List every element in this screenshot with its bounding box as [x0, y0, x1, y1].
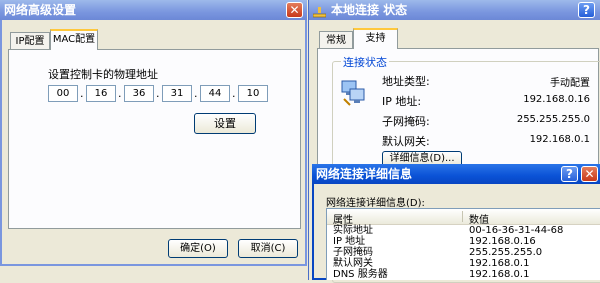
group-title: 连接状态 [341, 54, 389, 70]
address-type-value: 手动配置 [550, 78, 590, 89]
mac-separator: . [156, 87, 160, 100]
ip-address-value: 192.168.0.16 [523, 94, 590, 105]
advanced-dialog-title: 网络高级设置 [4, 3, 77, 17]
default-gateway-label: 默认网关: [382, 135, 430, 148]
mac-separator: . [80, 87, 84, 100]
close-button[interactable]: ✕ [286, 2, 303, 18]
subnet-mask-label: 子网掩码: [382, 115, 430, 128]
column-header-property[interactable]: 属性 [333, 211, 353, 226]
details-dialog-titlebar[interactable]: 网络连接详细信息 ? ✕ [312, 164, 600, 184]
list-header: 属性 数值 [327, 209, 600, 226]
set-button[interactable]: 设置 [194, 113, 256, 134]
mac-octet-3[interactable]: 36 [124, 85, 154, 102]
network-status-icon [340, 79, 368, 110]
close-button[interactable]: ✕ [581, 166, 598, 182]
network-connection-icon [312, 4, 327, 18]
ip-address-label: IP 地址: [382, 95, 422, 108]
list-item[interactable]: DNS 服务器 192.168.0.1 [327, 270, 600, 280]
row-property: IP 地址 [333, 236, 366, 247]
row-value: 255.255.255.0 [469, 247, 543, 258]
row-value: 192.168.0.16 [469, 236, 536, 247]
column-divider[interactable] [462, 211, 463, 222]
mac-separator: . [118, 87, 122, 100]
column-header-value[interactable]: 数值 [469, 211, 489, 226]
mac-octet-6[interactable]: 10 [238, 85, 268, 102]
row-value: 192.168.0.1 [469, 269, 530, 280]
ok-button[interactable]: 确定(O) [168, 239, 228, 258]
row-property: DNS 服务器 [333, 269, 388, 280]
tab-general[interactable]: 常规 [319, 31, 353, 49]
address-type-label: 地址类型: [382, 75, 430, 88]
advanced-settings-dialog: 网络高级设置 ✕ IP配置 MAC配置 设置控制卡的物理地址 00 . 16 .… [0, 0, 307, 266]
mac-octet-1[interactable]: 00 [48, 85, 78, 102]
status-window-title: 本地连接 状态 [331, 3, 408, 17]
mac-address-label: 设置控制卡的物理地址 [48, 68, 158, 81]
mac-separator: . [232, 87, 236, 100]
row-property: 默认网关 [333, 258, 373, 269]
help-button[interactable]: ? [578, 2, 595, 18]
mac-separator: . [194, 87, 198, 100]
row-value: 00-16-36-31-44-68 [469, 225, 564, 236]
tab-mac-config[interactable]: MAC配置 [50, 29, 98, 50]
advanced-dialog-titlebar[interactable]: 网络高级设置 ✕ [0, 0, 307, 20]
tab-ip-config[interactable]: IP配置 [10, 32, 50, 50]
details-list[interactable]: 属性 数值 实际地址 00-16-36-31-44-68 IP 地址 192.1… [326, 208, 600, 280]
row-property: 实际地址 [333, 225, 373, 236]
cancel-button[interactable]: 取消(C) [238, 239, 298, 258]
row-property: 子网掩码 [333, 247, 373, 258]
mac-octet-4[interactable]: 31 [162, 85, 192, 102]
row-value: 192.168.0.1 [469, 258, 530, 269]
mac-octet-5[interactable]: 44 [200, 85, 230, 102]
help-button[interactable]: ? [561, 166, 578, 182]
tab-support[interactable]: 支持 [353, 28, 398, 49]
mac-octet-2[interactable]: 16 [86, 85, 116, 102]
details-dialog: 网络连接详细信息 ? ✕ 网络连接详细信息(D): 属性 数值 实际地址 00-… [312, 164, 600, 280]
subnet-mask-value: 255.255.255.0 [516, 114, 590, 125]
details-list-label: 网络连接详细信息(D): [326, 198, 425, 209]
default-gateway-value: 192.168.0.1 [529, 134, 590, 145]
details-dialog-title: 网络连接详细信息 [316, 167, 413, 181]
status-window-titlebar[interactable]: 本地连接 状态 ? [309, 0, 600, 20]
list-item[interactable]: 实际地址 00-16-36-31-44-68 [327, 226, 600, 237]
